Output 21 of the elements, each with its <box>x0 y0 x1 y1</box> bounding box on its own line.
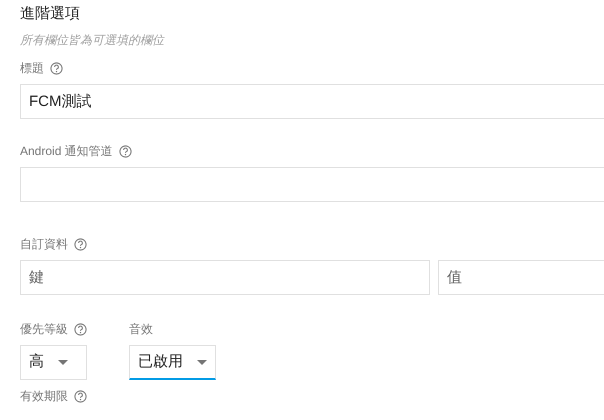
help-icon[interactable] <box>118 144 132 158</box>
dropdown[interactable]: 高 <box>20 345 87 380</box>
caret-icon <box>58 360 68 365</box>
text-field[interactable]: 鍵 <box>20 260 430 295</box>
section-title: 進階選項 <box>20 4 81 24</box>
help-icon[interactable] <box>74 390 87 402</box>
caret-icon <box>197 360 207 364</box>
field-label: 標題 <box>20 60 44 76</box>
field-label: 有效期限 <box>20 388 68 404</box>
field-label: 優先等級 <box>20 321 68 337</box>
text-field[interactable] <box>20 167 604 202</box>
field-label: Android 通知管道 <box>20 143 113 159</box>
dropdown[interactable]: 已啟用 <box>129 345 216 380</box>
help-icon[interactable] <box>50 62 63 74</box>
section-subtitle: 所有欄位皆為可選填的欄位 <box>20 32 166 48</box>
field-label: 音效 <box>129 321 153 337</box>
field-label: 自訂資料 <box>20 236 68 252</box>
help-icon[interactable] <box>74 238 87 250</box>
help-icon[interactable] <box>74 322 87 336</box>
text-field[interactable]: 值 <box>438 260 604 295</box>
text-field[interactable]: FCM測試 <box>20 84 604 119</box>
